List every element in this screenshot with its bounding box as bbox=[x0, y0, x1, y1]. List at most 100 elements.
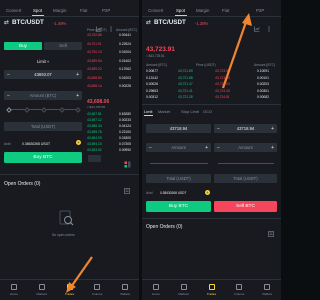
markets-icon[interactable] bbox=[180, 284, 187, 290]
pair-switch-icon[interactable]: ⇄ bbox=[4, 19, 9, 26]
book-view-icon[interactable] bbox=[124, 155, 131, 168]
bid-price[interactable]: 43,721.89 bbox=[178, 69, 193, 73]
nav-home[interactable]: Home bbox=[4, 292, 24, 296]
ask-price[interactable]: 43,699.22 bbox=[87, 67, 102, 71]
price-field[interactable]: − 43693.07 + bbox=[4, 70, 82, 79]
order-type-select[interactable]: Limit ▾ bbox=[4, 58, 82, 66]
buy-btc-button[interactable]: Buy BTC bbox=[146, 201, 211, 212]
slider-mark-25[interactable] bbox=[23, 106, 30, 113]
more-icon[interactable] bbox=[266, 19, 272, 32]
buy-amount-field[interactable]: − Amount + bbox=[146, 143, 211, 152]
ask-price[interactable]: 43,702.86 bbox=[87, 33, 102, 37]
wallets-icon[interactable] bbox=[122, 284, 129, 290]
tab-fiat[interactable]: Fiat bbox=[80, 8, 87, 13]
ask-amount: 0.22524 bbox=[119, 41, 131, 46]
wallets-icon[interactable] bbox=[264, 284, 271, 290]
bid-price[interactable]: 43,694.10 bbox=[87, 142, 102, 146]
slider-mark-75[interactable] bbox=[58, 106, 65, 113]
avbl-label: Avbl bbox=[4, 142, 11, 146]
chart-icon[interactable] bbox=[96, 19, 102, 32]
tab-convert[interactable]: Convert bbox=[148, 8, 163, 13]
home-icon[interactable] bbox=[10, 284, 17, 290]
orders-icon[interactable] bbox=[124, 181, 130, 194]
order-type-label: Limit bbox=[36, 59, 46, 64]
nav-markets[interactable]: Markets bbox=[32, 292, 52, 296]
add-funds-icon[interactable]: + bbox=[76, 140, 81, 145]
add-funds-icon[interactable]: + bbox=[205, 189, 210, 195]
bid-amount: 0.29653 bbox=[146, 88, 158, 93]
sell-amount-field[interactable]: − Amount + bbox=[214, 143, 277, 152]
nav-divider bbox=[142, 279, 281, 280]
plus-icon[interactable]: + bbox=[76, 72, 79, 78]
home-icon[interactable] bbox=[152, 284, 159, 290]
stop-price-field[interactable]: 43718.94 bbox=[146, 124, 211, 133]
markets-icon[interactable] bbox=[38, 284, 45, 290]
tab-spot[interactable]: Spot bbox=[33, 8, 42, 13]
sell-tab[interactable]: Sell bbox=[44, 42, 82, 50]
avbl-label: Avbl bbox=[146, 191, 153, 195]
buy-btc-button[interactable]: Buy BTC bbox=[4, 152, 82, 163]
bid-amount: 0.22100 bbox=[119, 130, 131, 134]
bid-price[interactable]: 43,693.52 bbox=[87, 148, 102, 152]
futures-icon[interactable] bbox=[236, 284, 243, 290]
bid-price[interactable]: 43,721.88 bbox=[178, 76, 193, 80]
tab-p2p[interactable]: P2P bbox=[102, 8, 110, 13]
sell-total-field[interactable]: Total (USDT) bbox=[214, 174, 277, 183]
slider-mark-100[interactable] bbox=[75, 106, 81, 113]
buy-total-field[interactable]: Total (USDT) bbox=[146, 174, 211, 183]
nav-markets[interactable]: Markets bbox=[174, 292, 194, 296]
trades-icon[interactable] bbox=[208, 284, 215, 290]
order-tab-stop-limit[interactable]: Stop Limit bbox=[181, 109, 199, 114]
ask-price[interactable]: 43,700.24 bbox=[87, 50, 102, 54]
nav-trades[interactable]: Trades bbox=[202, 292, 222, 296]
plus-icon[interactable]: + bbox=[271, 145, 274, 151]
bid-price[interactable]: 43,721.41 bbox=[178, 89, 193, 93]
order-tab-oco[interactable]: OCO bbox=[203, 109, 212, 114]
order-tab-market[interactable]: Market bbox=[158, 109, 170, 114]
bid-price[interactable]: 43,694.93 bbox=[87, 136, 102, 140]
bid-price[interactable]: 43,697.12 bbox=[87, 118, 102, 122]
ask-price[interactable]: 43,698.80 bbox=[87, 76, 102, 80]
tab-spot[interactable]: Spot bbox=[176, 8, 185, 13]
ask-price[interactable]: 43,724.81 bbox=[215, 95, 230, 99]
nav-futures[interactable]: Futures bbox=[229, 292, 249, 296]
nav-wallets[interactable]: Wallets bbox=[257, 292, 277, 296]
buy-percent-slider[interactable] bbox=[150, 163, 208, 164]
bid-price[interactable]: 43,695.76 bbox=[87, 130, 102, 134]
tab-convert[interactable]: Convert bbox=[6, 8, 21, 13]
pair-title[interactable]: BTC/USDT bbox=[154, 19, 186, 26]
more-icon[interactable] bbox=[108, 19, 114, 32]
bid-amount: 0.00990 bbox=[119, 148, 131, 152]
price-field[interactable]: − 43718.94 + bbox=[214, 124, 277, 133]
tab-margin[interactable]: Margin bbox=[53, 8, 66, 13]
sell-btc-button[interactable]: Sell BTC bbox=[214, 201, 277, 212]
buy-tab[interactable]: Buy bbox=[4, 42, 42, 50]
order-tab-limit[interactable]: Limit bbox=[144, 109, 152, 114]
price-value: 43718.94 bbox=[236, 126, 255, 132]
pair-title[interactable]: BTC/USDT bbox=[12, 19, 44, 26]
ask-price[interactable]: 43,701.91 bbox=[87, 42, 102, 46]
bid-amount: 0.00877 bbox=[146, 69, 158, 73]
orders-icon[interactable] bbox=[268, 224, 274, 237]
pair-switch-icon[interactable]: ⇄ bbox=[146, 19, 151, 26]
bid-price[interactable]: 43,721.28 bbox=[178, 95, 193, 99]
bid-price[interactable]: 43,696.34 bbox=[87, 124, 102, 128]
depth-select[interactable] bbox=[88, 155, 101, 162]
plus-icon[interactable]: + bbox=[271, 126, 274, 132]
ask-price[interactable]: 43,699.54 bbox=[87, 59, 102, 63]
sell-percent-slider[interactable] bbox=[218, 163, 274, 164]
plus-icon[interactable]: + bbox=[205, 145, 208, 151]
amount-field[interactable]: − Amount (BTC) + bbox=[4, 91, 82, 100]
ask-price[interactable]: 43,698.14 bbox=[87, 84, 102, 88]
slider-mark-0[interactable] bbox=[6, 106, 12, 113]
order-tab-underline bbox=[144, 115, 153, 116]
nav-home[interactable]: Home bbox=[146, 292, 166, 296]
plus-icon[interactable]: + bbox=[76, 93, 79, 99]
section-divider bbox=[142, 104, 281, 105]
bid-price[interactable]: 43,721.47 bbox=[178, 82, 193, 86]
bid-price[interactable]: 43,697.81 bbox=[87, 112, 102, 116]
nav-wallets[interactable]: Wallets bbox=[115, 292, 135, 296]
tab-margin[interactable]: Margin bbox=[196, 8, 209, 13]
total-field[interactable]: Total (USDT) bbox=[4, 122, 82, 131]
slider-mark-50[interactable] bbox=[41, 106, 47, 113]
